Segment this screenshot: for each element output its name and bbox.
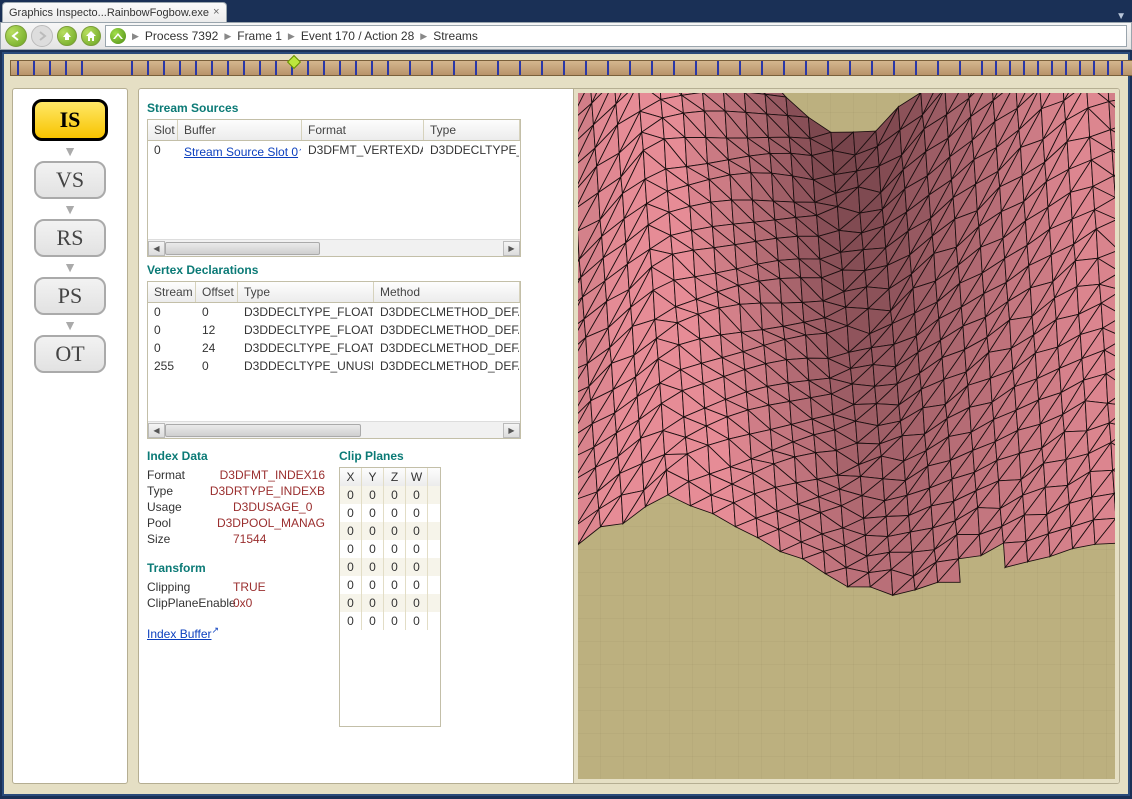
scroll-left-icon[interactable]: ◀ xyxy=(148,241,165,256)
col-type[interactable]: Type xyxy=(238,282,374,302)
timeline-track[interactable] xyxy=(10,60,1132,76)
col-format[interactable]: Format xyxy=(302,120,424,140)
back-button[interactable] xyxy=(5,25,27,47)
chevron-right-icon: ▶ xyxy=(132,31,139,42)
table-row[interactable]: 012D3DDECLTYPE_FLOAT3D3DDECLMETHOD_DEFAU… xyxy=(148,321,520,339)
stage-is[interactable]: IS xyxy=(32,99,108,141)
kv-format: FormatD3DFMT_INDEX16 xyxy=(147,467,325,483)
scroll-left-icon[interactable]: ◀ xyxy=(148,423,165,438)
table-row[interactable]: 00D3DDECLTYPE_FLOAT3D3DDECLMETHOD_DEFAUL… xyxy=(148,303,520,321)
process-icon xyxy=(110,28,126,44)
breadcrumb: ▶ Process 7392 ▶ Frame 1 ▶ Event 170 / A… xyxy=(105,25,1127,47)
tab-dropdown-icon[interactable]: ▼ xyxy=(1116,11,1126,22)
kv-usage: UsageD3DUSAGE_0 xyxy=(147,499,325,515)
col-x[interactable]: X xyxy=(340,468,362,486)
cell-format: D3DFMT_VERTEXDATA xyxy=(302,141,424,161)
table-row[interactable]: 024D3DDECLTYPE_FLOAT2D3DDECLMETHOD_DEFAU… xyxy=(148,339,520,357)
index-buffer-link[interactable]: Index Buffer xyxy=(147,627,212,641)
vertex-declarations-table: Stream Offset Type Method 00D3DDECLTYPE_… xyxy=(147,281,521,439)
stream-sources-table: Slot Buffer Format Type 0 Stream Source … xyxy=(147,119,521,257)
horizontal-scrollbar[interactable]: ◀ ▶ xyxy=(148,421,520,438)
forward-button xyxy=(31,25,53,47)
chevron-right-icon: ▶ xyxy=(288,31,295,42)
breadcrumb-item[interactable]: Streams xyxy=(433,29,478,43)
wireframe-mesh xyxy=(578,93,1115,779)
cell-type: D3DDECLTYPE_SHO xyxy=(424,141,520,161)
col-y[interactable]: Y xyxy=(362,468,384,486)
table-row[interactable]: 0000 xyxy=(340,576,440,594)
timeline: ◀ ▶ xyxy=(10,58,1122,78)
kv-type: TypeD3DRTYPE_INDEXB xyxy=(147,483,325,499)
kv-size: Size71544 xyxy=(147,531,325,547)
horizontal-scrollbar[interactable]: ◀ ▶ xyxy=(148,239,520,256)
breadcrumb-item[interactable]: Process 7392 xyxy=(145,29,218,43)
pipeline-stages: IS ▼ VS ▼ RS ▼ PS ▼ OT xyxy=(12,88,128,784)
col-buffer[interactable]: Buffer xyxy=(178,120,302,140)
main-frame: ◀ ▶ IS ▼ VS ▼ RS ▼ PS ▼ OT Stream Source… xyxy=(2,52,1130,796)
mesh-viewport[interactable] xyxy=(573,89,1119,783)
home-button[interactable] xyxy=(81,26,101,46)
table-row[interactable]: 0000 xyxy=(340,540,440,558)
scroll-right-icon[interactable]: ▶ xyxy=(503,423,520,438)
arrow-down-icon: ▼ xyxy=(63,259,77,275)
breadcrumb-item[interactable]: Event 170 / Action 28 xyxy=(301,29,414,43)
close-icon[interactable]: × xyxy=(213,7,220,19)
content-panel: Stream Sources Slot Buffer Format Type 0… xyxy=(138,88,1120,784)
stage-ps[interactable]: PS xyxy=(34,277,106,315)
cell-buffer: Stream Source Slot 0↗ xyxy=(178,141,302,161)
stage-vs[interactable]: VS xyxy=(34,161,106,199)
document-tab[interactable]: Graphics Inspecto...RainbowFogbow.exe × xyxy=(2,2,227,22)
table-row[interactable]: 0000 xyxy=(340,486,440,504)
stage-rs[interactable]: RS xyxy=(34,219,106,257)
kv-pool: PoolD3DPOOL_MANAG xyxy=(147,515,325,531)
tab-bar: Graphics Inspecto...RainbowFogbow.exe × … xyxy=(0,0,1132,22)
col-w[interactable]: W xyxy=(406,468,428,486)
table-row[interactable]: 2550D3DDECLTYPE_UNUSEDD3DDECLMETHOD_DEFA… xyxy=(148,357,520,375)
up-button[interactable] xyxy=(57,26,77,46)
col-z[interactable]: Z xyxy=(384,468,406,486)
col-method[interactable]: Method xyxy=(374,282,520,302)
navigation-bar: ▶ Process 7392 ▶ Frame 1 ▶ Event 170 / A… xyxy=(0,22,1132,50)
chevron-right-icon: ▶ xyxy=(224,31,231,42)
chevron-right-icon: ▶ xyxy=(420,31,427,42)
col-stream[interactable]: Stream xyxy=(148,282,196,302)
table-row[interactable]: 0 Stream Source Slot 0↗ D3DFMT_VERTEXDAT… xyxy=(148,141,520,161)
col-offset[interactable]: Offset xyxy=(196,282,238,302)
table-row[interactable]: 0000 xyxy=(340,594,440,612)
scroll-right-icon[interactable]: ▶ xyxy=(503,241,520,256)
cell-slot: 0 xyxy=(148,141,178,161)
kv-clipping: ClippingTRUE xyxy=(147,579,325,595)
arrow-down-icon: ▼ xyxy=(63,201,77,217)
arrow-down-icon: ▼ xyxy=(63,143,77,159)
external-link-icon: ↗ xyxy=(212,625,220,635)
clip-planes-table: X Y Z W 00000000000000000000000000000000 xyxy=(339,467,441,727)
stage-ot[interactable]: OT xyxy=(34,335,106,373)
breadcrumb-item[interactable]: Frame 1 xyxy=(237,29,282,43)
table-row[interactable]: 0000 xyxy=(340,558,440,576)
table-row[interactable]: 0000 xyxy=(340,522,440,540)
section-title-index-data: Index Data xyxy=(147,449,325,463)
kv-clipplaneenable: ClipPlaneEnable0x0 xyxy=(147,595,325,611)
section-title-clip-planes: Clip Planes xyxy=(339,449,441,463)
tab-title: Graphics Inspecto...RainbowFogbow.exe xyxy=(9,7,209,19)
col-type[interactable]: Type xyxy=(424,120,520,140)
table-row[interactable]: 0000 xyxy=(340,612,440,630)
stream-source-link[interactable]: Stream Source Slot 0 xyxy=(184,145,298,159)
table-row[interactable]: 0000 xyxy=(340,504,440,522)
section-title-transform: Transform xyxy=(147,561,325,575)
col-slot[interactable]: Slot xyxy=(148,120,178,140)
arrow-down-icon: ▼ xyxy=(63,317,77,333)
